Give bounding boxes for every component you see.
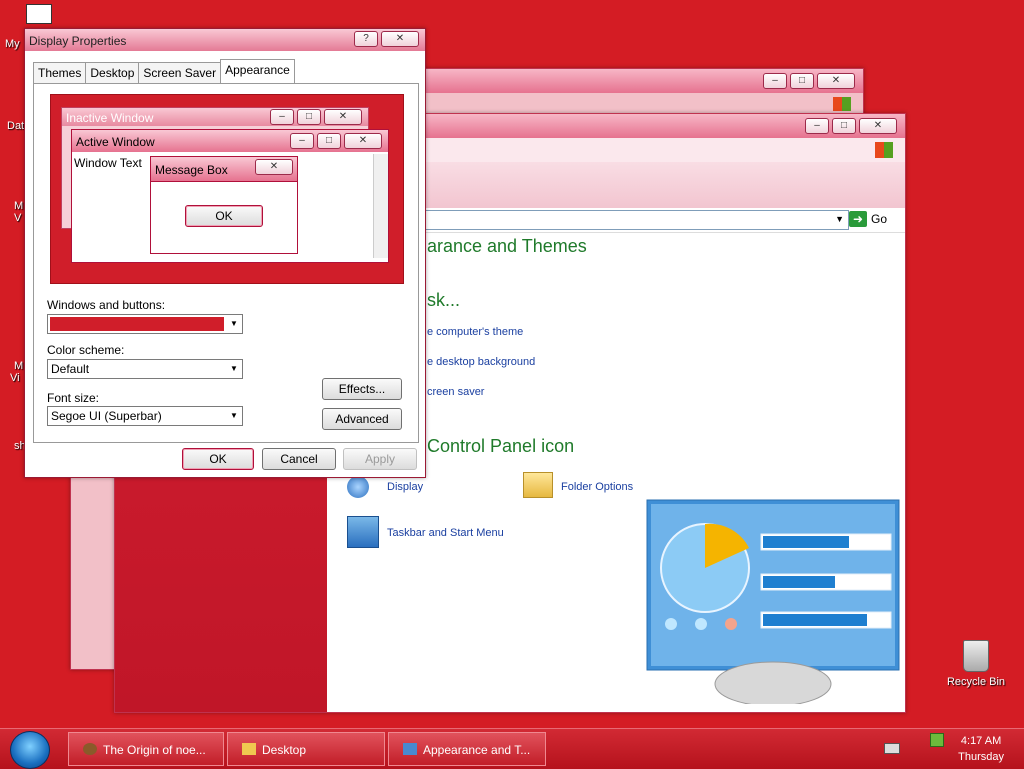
control-panel-illustration	[645, 498, 901, 707]
chevron-down-icon: ▼	[230, 364, 238, 373]
monitor-icon	[26, 4, 52, 24]
close-icon: ✕	[255, 159, 293, 175]
display-properties-dialog[interactable]: Display Properties ? ✕ Themes Desktop Sc…	[24, 28, 426, 478]
maximize-icon[interactable]: □	[832, 118, 856, 134]
desktop-label-3: M	[14, 200, 24, 212]
maximize-icon[interactable]: □	[790, 73, 814, 89]
display-icon	[347, 476, 369, 498]
tab-desktop[interactable]: Desktop	[85, 62, 140, 83]
pick-icon-heading: Control Panel icon	[427, 436, 575, 456]
go-arrow-icon: ➜	[849, 211, 867, 227]
appearance-panel: Inactive Window – □ ✕ Active Window – □ …	[33, 83, 419, 443]
minimize-icon[interactable]: –	[805, 118, 829, 134]
tab-themes[interactable]: Themes	[33, 62, 87, 83]
desktop-icon-my-computer[interactable]	[26, 4, 54, 28]
recycle-bin-label: Recycle Bin	[946, 676, 1006, 688]
task-link-screensaver[interactable]: creen saver	[427, 386, 484, 398]
chevron-down-icon: ▼	[230, 319, 238, 328]
dialog-tabs: Themes Desktop Screen Saver Appearance	[33, 59, 295, 83]
tab-appearance[interactable]: Appearance	[220, 59, 295, 83]
folder-options-label: Folder Options	[561, 481, 634, 493]
category-heading: arance and Themes	[427, 236, 587, 256]
recycle-bin-icon	[963, 640, 989, 672]
close-icon[interactable]: ✕	[817, 73, 855, 89]
network-icon[interactable]	[930, 733, 944, 747]
clock-time: 4:17 AM	[960, 735, 1002, 747]
pick-task-heading: sk...	[427, 290, 461, 310]
preview-ok-button: OK	[185, 205, 263, 227]
taskbar-button-desktop[interactable]: Desktop	[227, 732, 385, 766]
color-scheme-label: Color scheme:	[47, 343, 125, 357]
tab-screen-saver[interactable]: Screen Saver	[138, 62, 222, 83]
task-link-theme[interactable]: e computer's theme	[427, 326, 523, 338]
windows-buttons-select[interactable]: ▼	[47, 314, 243, 334]
appearance-preview: Inactive Window – □ ✕ Active Window – □ …	[50, 94, 404, 284]
preview-msgbox-title: Message Box	[155, 163, 228, 177]
windows-buttons-swatch	[50, 317, 224, 331]
app-icon	[83, 743, 97, 755]
maximize-icon: □	[317, 133, 341, 149]
go-button[interactable]: ➜ Go	[849, 208, 887, 230]
preview-scrollbar	[373, 154, 388, 258]
close-icon: ✕	[344, 133, 382, 149]
desktop-label-5: M	[14, 360, 24, 372]
windows-logo-icon	[875, 142, 893, 158]
help-button[interactable]: ?	[354, 31, 378, 47]
preview-message-box: Message Box ✕ OK	[150, 156, 298, 254]
preview-active-title: Active Window	[76, 135, 155, 149]
minimize-icon: –	[290, 133, 314, 149]
close-icon: ✕	[324, 109, 362, 125]
system-clock[interactable]: 4:17 AM Thursday	[958, 733, 1004, 765]
windows-logo-icon	[833, 97, 851, 111]
display-label: Display	[387, 481, 424, 493]
folder-icon	[242, 743, 256, 755]
effects-button[interactable]: Effects...	[322, 378, 402, 400]
cancel-button[interactable]: Cancel	[262, 448, 336, 470]
control-panel-icon	[403, 743, 417, 755]
preview-active-window: Active Window – □ ✕ Window Text Message …	[71, 129, 389, 263]
taskbar-button-appearance[interactable]: Appearance and T...	[388, 732, 546, 766]
desktop-label-2: Dat	[7, 120, 25, 132]
advanced-button[interactable]: Advanced	[322, 408, 402, 430]
folder-options-icon	[523, 472, 553, 498]
task-link-background[interactable]: e desktop background	[427, 356, 535, 368]
font-size-select[interactable]: Segoe UI (Superbar) ▼	[47, 406, 243, 426]
dialog-title: Display Properties	[29, 34, 127, 48]
taskbar-button-app-label: The Origin of noe...	[103, 743, 206, 757]
color-scheme-value: Default	[51, 362, 90, 376]
address-dropdown-icon[interactable]: ▼	[835, 214, 844, 224]
desktop-icon-recycle-bin[interactable]: Recycle Bin	[940, 640, 1012, 688]
start-button[interactable]	[10, 731, 50, 769]
apply-button[interactable]: Apply	[343, 448, 417, 470]
desktop-label-6: Vi	[10, 372, 20, 384]
taskbar-button-app[interactable]: The Origin of noe...	[68, 732, 224, 766]
taskbar: The Origin of noe... Desktop Appearance …	[0, 728, 1024, 769]
minimize-icon: –	[270, 109, 294, 125]
desktop-label-4: V	[14, 212, 22, 224]
windows-buttons-label: Windows and buttons:	[47, 298, 166, 312]
taskbar-button-appearance-label: Appearance and T...	[423, 743, 531, 757]
color-scheme-select[interactable]: Default ▼	[47, 359, 243, 379]
keyboard-icon[interactable]	[884, 743, 900, 754]
desktop-label-1: My	[5, 38, 20, 50]
ok-button[interactable]: OK	[182, 448, 254, 470]
dialog-titlebar[interactable]: Display Properties ? ✕	[25, 29, 425, 51]
go-label: Go	[871, 212, 888, 226]
chevron-down-icon: ▼	[230, 411, 238, 420]
maximize-icon: □	[297, 109, 321, 125]
taskbar-start-label: Taskbar and Start Menu	[387, 527, 504, 539]
preview-window-text: Window Text	[74, 156, 142, 170]
close-icon[interactable]: ✕	[381, 31, 419, 47]
clock-day: Thursday	[958, 751, 1004, 763]
close-icon[interactable]: ✕	[859, 118, 897, 134]
taskbar-button-desktop-label: Desktop	[262, 743, 307, 757]
font-size-value: Segoe UI (Superbar)	[51, 409, 162, 423]
taskbar-start-icon	[347, 516, 379, 548]
font-size-label: Font size:	[47, 391, 100, 405]
minimize-icon[interactable]: –	[763, 73, 787, 89]
preview-inactive-title: Inactive Window	[66, 111, 154, 125]
